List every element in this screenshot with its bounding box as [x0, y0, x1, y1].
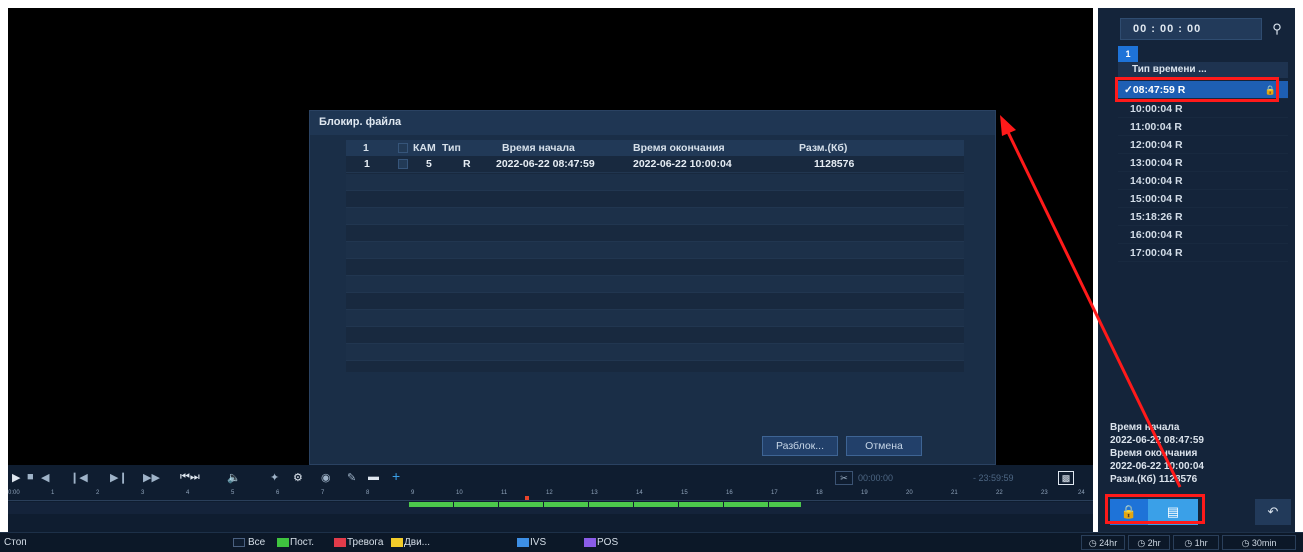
annotation-arrow	[1000, 115, 1182, 488]
playback-window: Блокир. файла 1 КАМ Тип Время начала Вре…	[0, 0, 1303, 552]
arrow-head	[1000, 115, 1016, 136]
arrow-line	[1004, 127, 1182, 488]
